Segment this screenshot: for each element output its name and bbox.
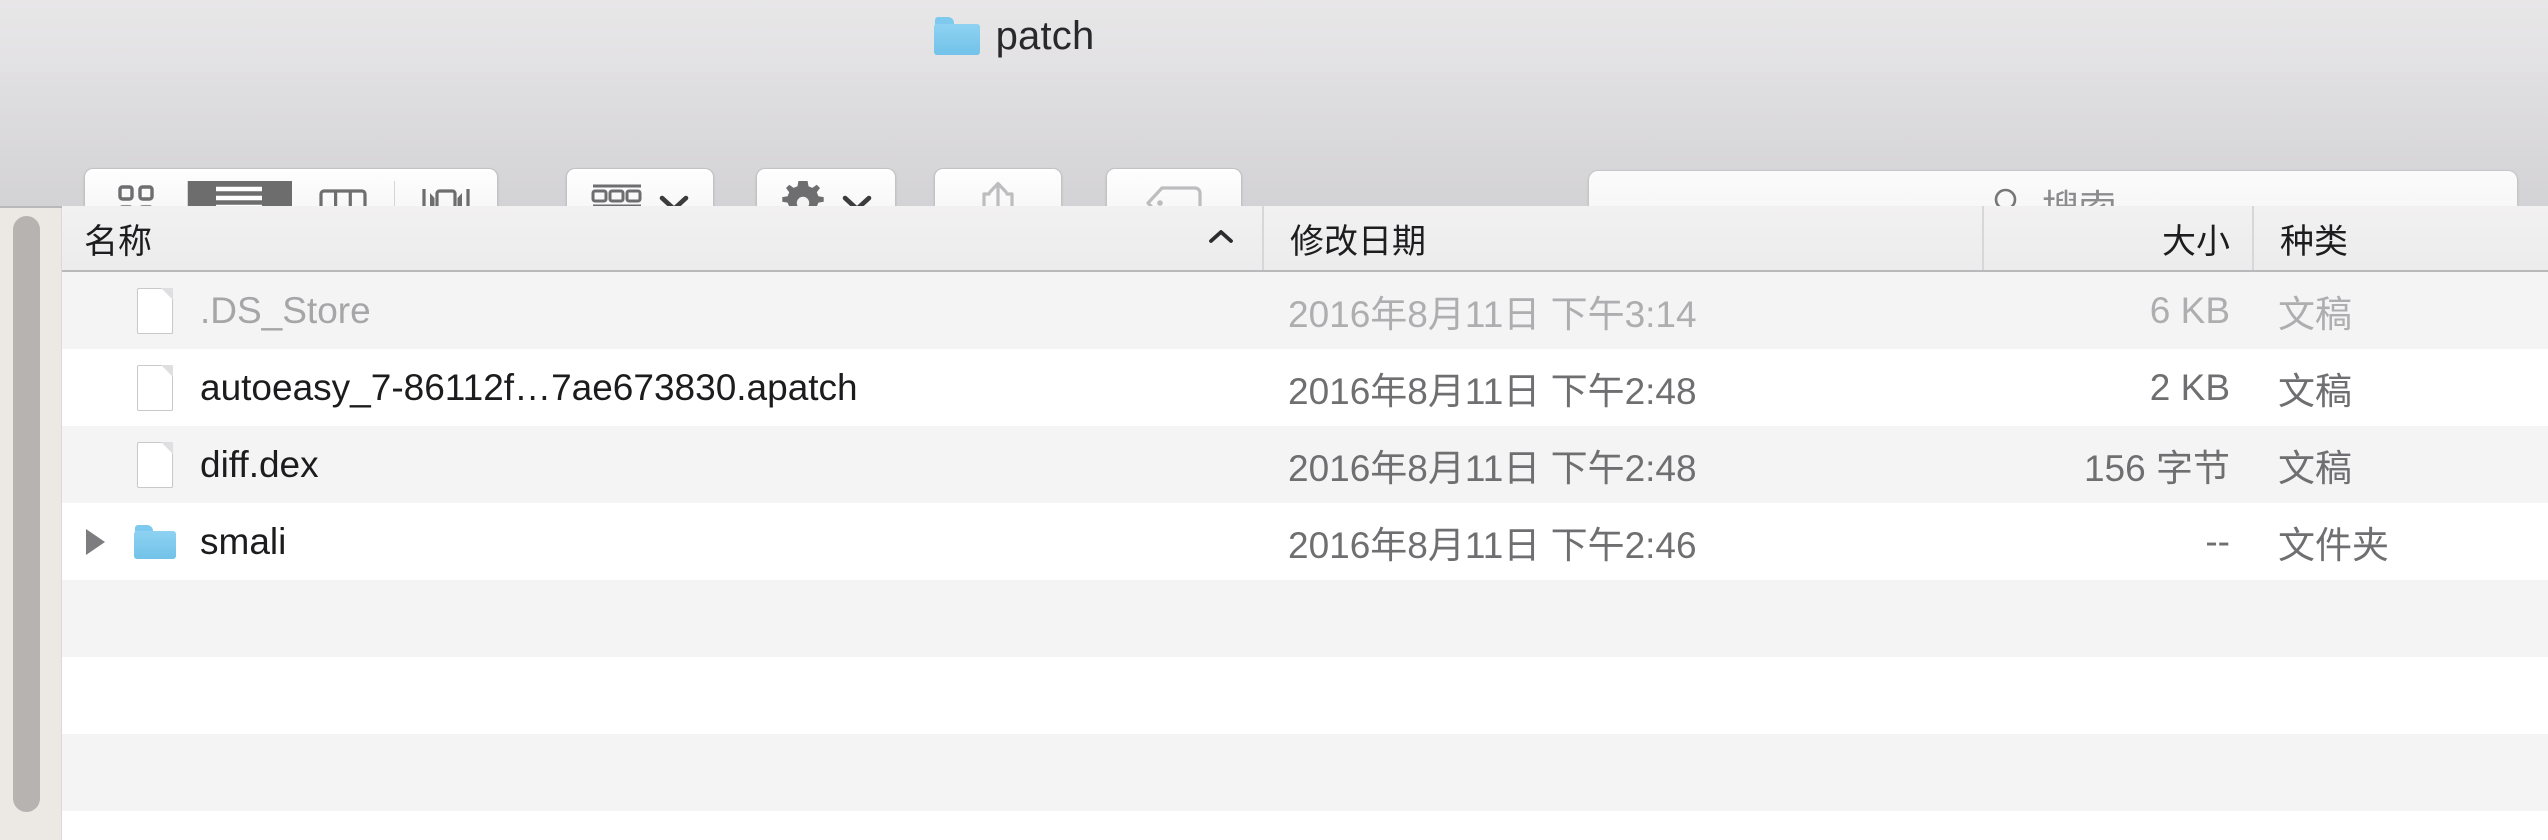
folder-icon <box>933 17 980 55</box>
window-proxy-title[interactable]: patch <box>933 13 1095 59</box>
column-header-row: 名称 修改日期 大小 种类 <box>62 206 2548 272</box>
empty-row[interactable] <box>62 811 2548 840</box>
table-row[interactable]: smali 2016年8月11日 下午2:46 -- 文件夹 <box>62 503 2548 580</box>
disclosure-triangle-icon[interactable] <box>66 528 124 555</box>
column-header-size[interactable]: 大小 <box>1982 206 2252 270</box>
file-date: 2016年8月11日 下午3:14 <box>1288 293 1697 335</box>
document-icon <box>124 287 186 334</box>
document-icon <box>124 364 186 411</box>
chevron-up-icon <box>1206 225 1236 251</box>
file-kind: 文稿 <box>2278 447 2352 489</box>
title-bar: patch <box>0 0 2548 72</box>
file-name: .DS_Store <box>200 289 371 331</box>
empty-row[interactable] <box>62 657 2548 734</box>
file-size: 156 字节 <box>2083 447 2230 489</box>
file-size: 6 KB <box>2149 289 2230 331</box>
column-header-size-label: 大小 <box>2162 222 2230 261</box>
file-name-cell: autoeasy_7-86112f…7ae673830.apatch <box>62 364 1262 411</box>
file-date: 2016年8月11日 下午2:48 <box>1288 370 1697 412</box>
file-name: smali <box>200 520 287 562</box>
empty-row[interactable] <box>62 580 2548 657</box>
document-icon <box>124 441 186 488</box>
folder-icon <box>124 524 186 559</box>
file-name-cell: smali <box>62 521 1262 563</box>
file-name: diff.dex <box>200 443 319 485</box>
file-name-cell: diff.dex <box>62 441 1262 488</box>
column-header-kind[interactable]: 种类 <box>2252 206 2546 270</box>
file-list: .DS_Store 2016年8月11日 下午3:14 6 KB 文稿 auto… <box>62 272 2548 840</box>
file-kind: 文稿 <box>2278 293 2352 335</box>
column-header-date-label: 修改日期 <box>1290 222 1426 261</box>
toolbar: 搜索 <box>0 72 2548 242</box>
page-title: patch <box>995 13 1095 58</box>
file-size: 2 KB <box>2149 366 2230 408</box>
table-row[interactable]: autoeasy_7-86112f…7ae673830.apatch 2016年… <box>62 349 2548 426</box>
table-row[interactable]: .DS_Store 2016年8月11日 下午3:14 6 KB 文稿 <box>62 272 2548 349</box>
gutter-divider <box>0 206 62 208</box>
vertical-scrollbar[interactable] <box>13 216 40 812</box>
empty-row[interactable] <box>62 734 2548 811</box>
file-date: 2016年8月11日 下午2:48 <box>1288 447 1697 489</box>
column-header-name-label: 名称 <box>84 222 152 261</box>
file-kind: 文件夹 <box>2278 524 2389 566</box>
column-header-name[interactable]: 名称 <box>62 206 1262 270</box>
file-name: autoeasy_7-86112f…7ae673830.apatch <box>200 366 858 408</box>
column-header-date[interactable]: 修改日期 <box>1262 206 1982 270</box>
file-size: -- <box>2205 520 2230 562</box>
table-row[interactable]: diff.dex 2016年8月11日 下午2:48 156 字节 文稿 <box>62 426 2548 503</box>
finder-window: patch 名称 修改日期 大小 种类 .DS_Store 2016年8月11日… <box>0 0 2548 840</box>
file-date: 2016年8月11日 下午2:46 <box>1288 524 1697 566</box>
column-header-kind-label: 种类 <box>2280 222 2348 261</box>
file-name-cell: .DS_Store <box>62 287 1262 334</box>
file-kind: 文稿 <box>2278 370 2352 412</box>
